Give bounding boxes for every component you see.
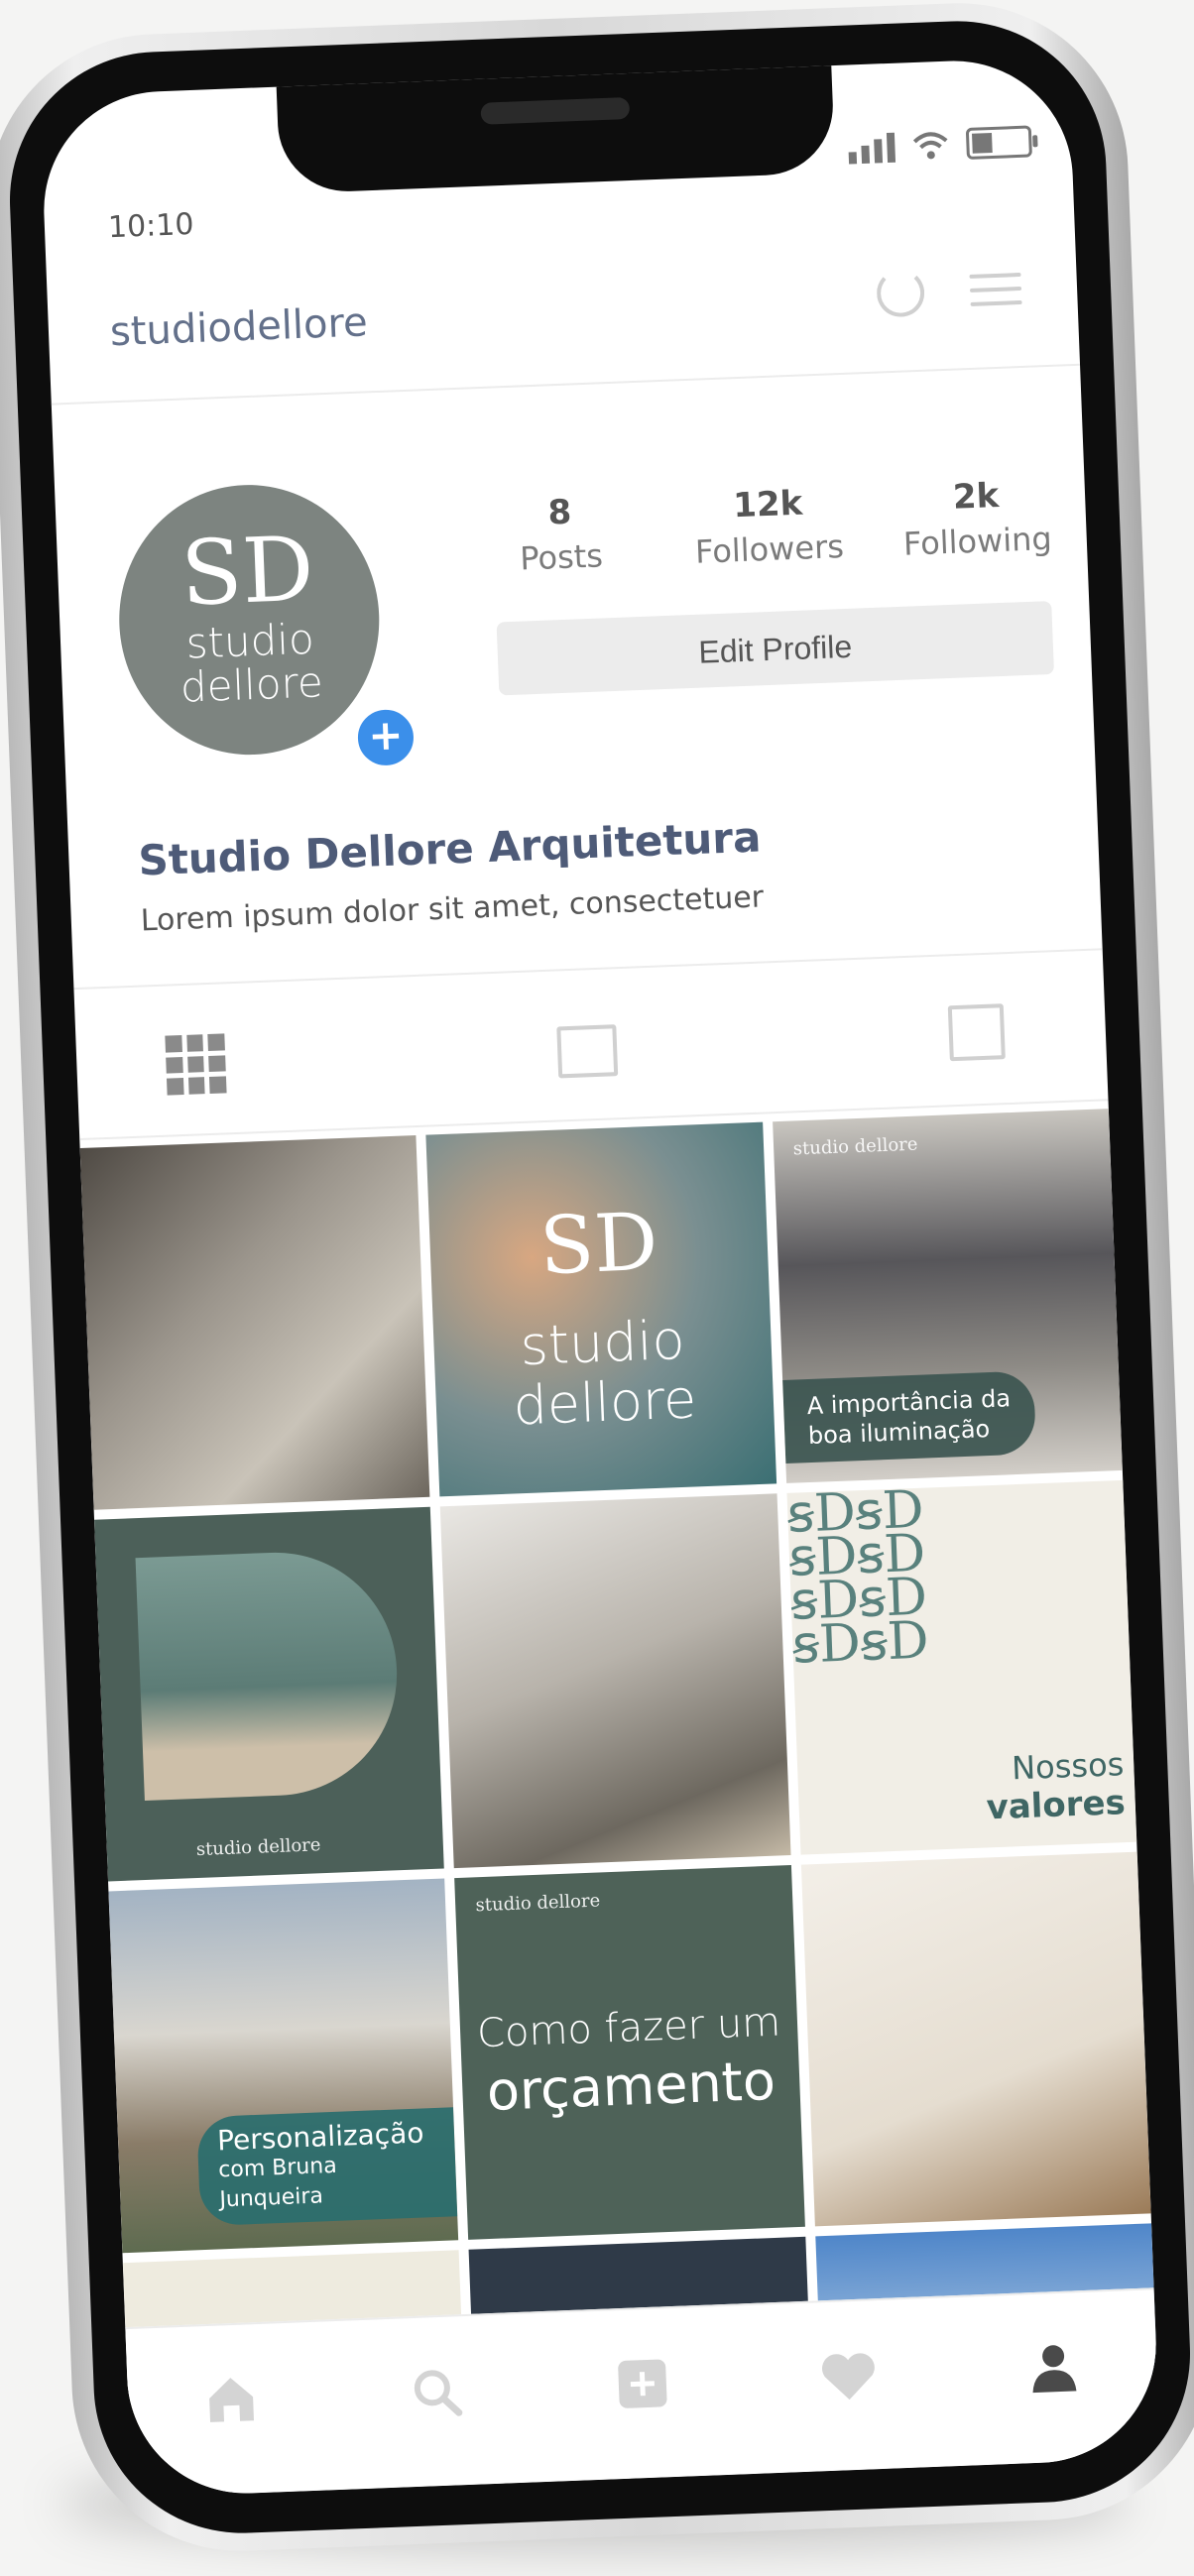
caption-line-2: valores	[985, 1783, 1127, 1828]
stat-followers[interactable]: 12k Followers	[668, 481, 870, 572]
phone-screen: 10:10 studiodellore SD studio dellore + …	[39, 56, 1161, 2499]
post-thumbnail[interactable]: SD studio dellore	[425, 1121, 776, 1497]
battery-icon	[965, 125, 1032, 160]
post-caption: Nossos valores	[984, 1745, 1127, 1828]
add-post-icon[interactable]	[612, 2353, 673, 2414]
stat-value: 8	[546, 492, 572, 533]
status-time: 10:10	[107, 206, 195, 246]
avatar[interactable]: SD studio dellore	[114, 480, 385, 761]
status-icons	[848, 125, 1032, 165]
post-line-2: dellore	[512, 1367, 698, 1438]
post-thumbnail[interactable]: Personalização com Bruna Junqueira	[108, 1878, 459, 2254]
menu-icon[interactable]	[969, 272, 1022, 306]
profile-stats: 8 Posts 12k Followers 2k Following	[460, 473, 1078, 580]
signal-icon	[848, 132, 896, 165]
stat-following[interactable]: 2k Following	[876, 473, 1077, 564]
avatar-monogram: SD	[179, 517, 316, 627]
display-name: Studio Dellore Arquitetura	[137, 812, 763, 885]
caption-line-2: com Bruna Junqueira	[217, 2153, 338, 2213]
post-caption: A importância da boa iluminação	[781, 1370, 1037, 1464]
caption-line-1: Nossos	[1011, 1745, 1125, 1788]
phone-notch	[276, 63, 836, 194]
bio: Lorem ipsum dolor sit amet, consectetuer	[140, 879, 765, 939]
stat-value: 2k	[952, 475, 1000, 518]
profile-tabs	[73, 948, 1109, 1141]
monogram-pattern: ꞩDꞩDꞩDꞩDꞩDꞩDꞩDꞩD	[786, 1479, 930, 1676]
grid-icon[interactable]	[165, 1033, 227, 1096]
search-icon[interactable]	[406, 2361, 467, 2422]
tagged-icon[interactable]	[947, 1003, 1006, 1062]
post-thumbnail[interactable]: studio dellore	[94, 1506, 445, 1882]
home-icon[interactable]	[200, 2369, 262, 2430]
stat-posts[interactable]: 8 Posts	[460, 489, 661, 580]
phone-frame: 10:10 studiodellore SD studio dellore + …	[0, 0, 1194, 2558]
feed-icon[interactable]	[556, 1024, 619, 1079]
stat-value: 12k	[732, 483, 803, 527]
caption-line-2: boa iluminação	[807, 1415, 991, 1451]
heart-icon[interactable]	[817, 2345, 879, 2406]
stat-label: Followers	[694, 527, 845, 571]
post-thumbnail[interactable]: studio dellore Como fazer um orçamento	[454, 1865, 805, 2240]
phone-bezel: 10:10 studiodellore SD studio dellore + …	[4, 15, 1194, 2539]
username[interactable]: studiodellore	[109, 299, 368, 355]
wifi-icon	[912, 132, 948, 160]
post-caption: Personalização com Bruna Junqueira	[196, 2107, 458, 2227]
post-brand: studio dellore	[195, 1834, 321, 1861]
post-thumbnail[interactable]: studio dellore A importância da boa ilum…	[772, 1109, 1123, 1483]
stat-label: Following	[902, 519, 1053, 563]
edit-profile-button[interactable]: Edit Profile	[496, 601, 1054, 696]
speaker-grille	[480, 96, 631, 125]
post-thumbnail[interactable]	[79, 1135, 430, 1510]
profile-header-bar: studiodellore	[47, 254, 1081, 406]
post-line-1: Como fazer um	[476, 1999, 781, 2057]
post-room-image	[135, 1548, 403, 1802]
history-icon[interactable]	[876, 268, 926, 318]
profile-icon[interactable]	[1023, 2337, 1085, 2399]
header-actions	[876, 265, 1022, 318]
post-brand: studio dellore	[475, 1890, 601, 1917]
stat-label: Posts	[519, 536, 604, 578]
post-brand: studio dellore	[792, 1133, 918, 1160]
add-story-icon[interactable]: +	[352, 704, 419, 771]
post-monogram: SD	[537, 1195, 659, 1293]
avatar-line-2: dellore	[179, 657, 324, 712]
post-thumbnail[interactable]	[440, 1493, 791, 1869]
post-line-2: orçamento	[485, 2049, 776, 2123]
post-thumbnail[interactable]: ꞩDꞩDꞩDꞩDꞩDꞩDꞩDꞩD Nossos valores	[786, 1479, 1137, 1855]
post-thumbnail[interactable]	[800, 1851, 1151, 2227]
posts-grid: SD studio dellore studio dellore A impor…	[79, 1109, 1160, 2482]
